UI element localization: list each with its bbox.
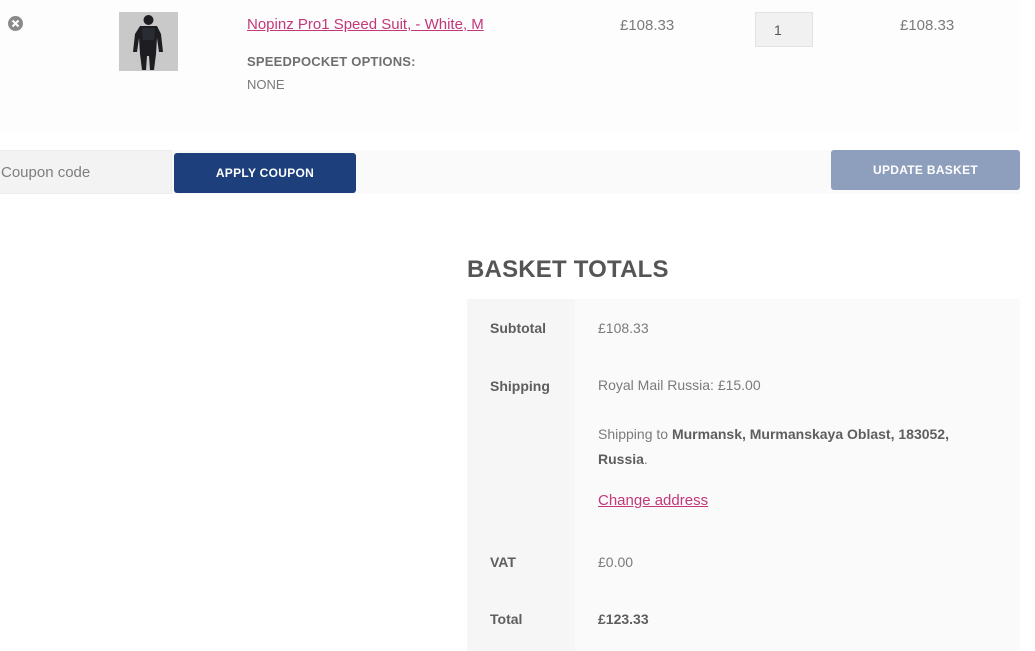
vat-value: £0.00 — [575, 534, 1020, 591]
apply-coupon-button[interactable]: APPLY COUPON — [174, 153, 356, 193]
cart-item-row: Nopinz Pro1 Speed Suit, - White, M SPEED… — [0, 0, 1020, 132]
shipping-label: Shipping — [467, 356, 575, 534]
change-address-link[interactable]: Change address — [598, 492, 708, 509]
variation-label: SPEEDPOCKET OPTIONS: — [247, 54, 416, 69]
product-thumbnail[interactable] — [119, 12, 178, 71]
vat-label: VAT — [467, 534, 575, 591]
quantity-input[interactable] — [755, 12, 813, 47]
basket-totals-table: Subtotal £108.33 Shipping Royal Mail Rus… — [467, 299, 1020, 651]
total-value: £123.33 — [575, 591, 1020, 651]
coupon-code-input[interactable] — [0, 150, 172, 194]
shipping-to-prefix: Shipping to — [598, 426, 669, 442]
vat-row: VAT £0.00 — [467, 534, 1020, 591]
shipping-destination: Shipping to Murmansk, Murmanskaya Oblast… — [598, 426, 949, 467]
shipping-method: Royal Mail Russia: £15.00 — [598, 377, 761, 393]
cart-actions: APPLY COUPON UPDATE BASKET — [0, 150, 1020, 194]
shipping-row: Shipping Royal Mail Russia: £15.00 Shipp… — [467, 356, 1020, 534]
subtotal-label: Subtotal — [467, 299, 575, 356]
total-label: Total — [467, 591, 575, 651]
remove-item-icon[interactable] — [8, 16, 23, 31]
line-total: £108.33 — [900, 17, 955, 34]
subtotal-row: Subtotal £108.33 — [467, 299, 1020, 356]
item-price: £108.33 — [620, 17, 675, 34]
variation-value: NONE — [247, 77, 285, 92]
basket-page: Nopinz Pro1 Speed Suit, - White, M SPEED… — [0, 0, 1035, 651]
shipping-details: Royal Mail Russia: £15.00 Shipping to Mu… — [575, 356, 1020, 534]
total-row: Total £123.33 — [467, 591, 1020, 651]
update-basket-button[interactable]: UPDATE BASKET — [831, 150, 1020, 190]
subtotal-value: £108.33 — [575, 299, 1020, 356]
product-name-link[interactable]: Nopinz Pro1 Speed Suit, - White, M — [247, 16, 484, 33]
basket-totals-heading: BASKET TOTALS — [467, 256, 669, 283]
